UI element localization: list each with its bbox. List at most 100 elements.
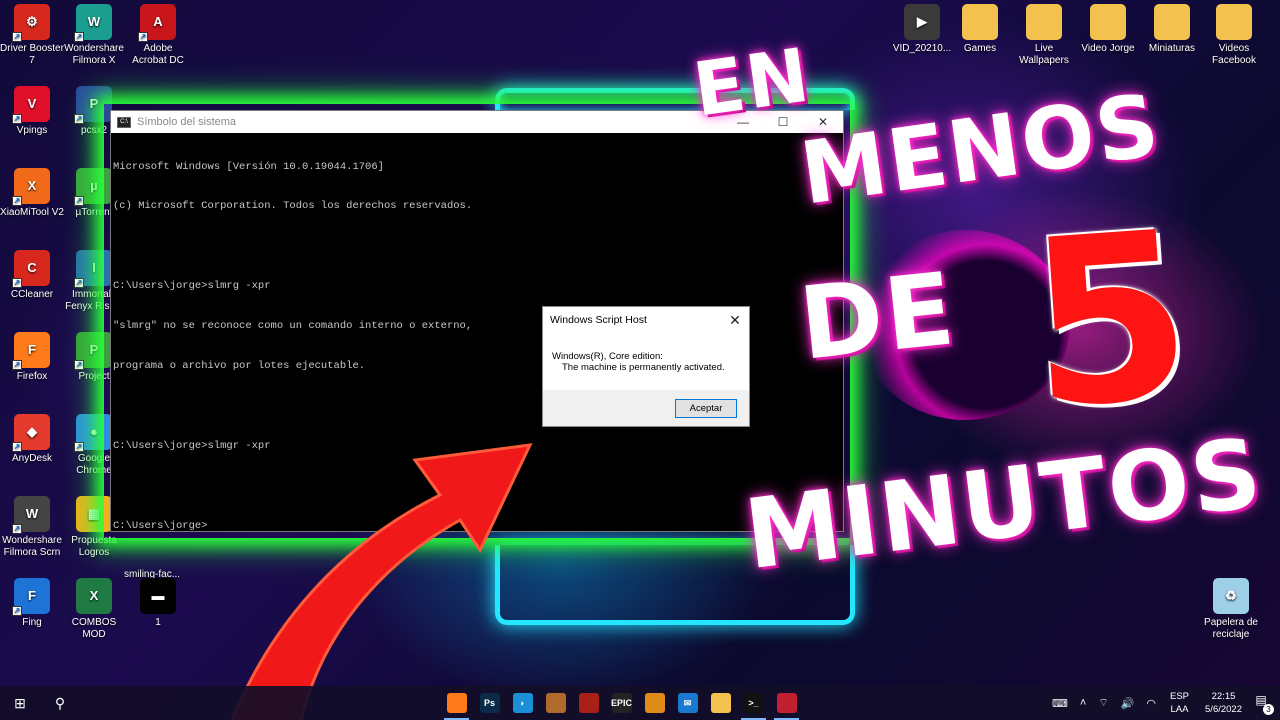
desktop-icon[interactable]: X ↗ XiaoMiTool V2: [0, 168, 64, 219]
dialog-close-button[interactable]: ✕: [721, 312, 749, 329]
desktop-icon[interactable]: C ↗ CCleaner: [0, 250, 64, 301]
desktop-icon[interactable]: Videos Facebook: [1202, 4, 1266, 67]
app-icon: A ↗: [138, 4, 176, 42]
desktop-icon-label: Wondershare Filmora Scrn: [2, 535, 62, 558]
shortcut-arrow-icon: ↗: [12, 196, 22, 206]
search-icon[interactable]: ⚲: [40, 695, 80, 712]
cmd-line: [113, 240, 841, 253]
shortcut-arrow-icon: ↗: [12, 278, 22, 288]
language-indicator[interactable]: ESP LAA: [1170, 690, 1189, 716]
taskbar-app-dolphin[interactable]: ◗: [506, 686, 539, 720]
taskbar-app-mail[interactable]: ✉: [671, 686, 704, 720]
notification-center-icon[interactable]: ▤ 3: [1250, 693, 1274, 715]
start-button[interactable]: ⊞: [0, 695, 40, 712]
taskbar-app-cmd[interactable]: >_: [737, 686, 770, 720]
desktop-icon-label: Firefox: [16, 371, 48, 382]
taskbar-app-game2[interactable]: [572, 686, 605, 720]
keyboard-icon[interactable]: ⌨: [1052, 697, 1068, 710]
shortcut-arrow-icon: ↗: [12, 114, 22, 124]
shortcut-arrow-icon: ↗: [74, 114, 84, 124]
language-code: ESP: [1170, 691, 1190, 702]
language-layout: LAA: [1170, 704, 1189, 715]
network-icon[interactable]: ⌔: [1098, 696, 1108, 710]
shortcut-arrow-icon: ↗: [74, 442, 84, 452]
desktop-icon[interactable]: ◆ ↗ AnyDesk: [0, 414, 64, 465]
desktop-icon[interactable]: Live Wallpapers: [1012, 4, 1076, 67]
chevron-up-icon[interactable]: ˄: [1080, 697, 1086, 709]
shortcut-arrow-icon: ↗: [138, 32, 148, 42]
app-icon: ◆ ↗: [12, 414, 50, 452]
overlay-word-en: EN: [688, 32, 816, 134]
desktop-icon-label: Video Jorge: [1081, 43, 1135, 54]
desktop-icon[interactable]: Games: [948, 4, 1012, 55]
desktop-icon[interactable]: F ↗ Fing: [0, 578, 64, 629]
game2-icon: [578, 693, 599, 713]
volume-icon[interactable]: 🔊: [1121, 697, 1135, 710]
cmd-icon: C:\: [117, 116, 131, 128]
app-icon: V ↗: [12, 86, 50, 124]
cmd-line: Microsoft Windows [Versión 10.0.19044.17…: [113, 160, 384, 173]
cmd-line: C:\Users\jorge>slmrg -xpr: [113, 280, 271, 293]
taskbar-app-photoshop[interactable]: Ps: [473, 686, 506, 720]
shortcut-arrow-icon: ↗: [74, 32, 84, 42]
taskbar-app-game1[interactable]: [539, 686, 572, 720]
desktop-icon[interactable]: W ↗ Wondershare Filmora Scrn: [0, 496, 64, 559]
wifi-icon[interactable]: ◠: [1146, 697, 1156, 710]
desktop-icon-label: Live Wallpapers: [1019, 43, 1069, 66]
desktop-icon-label: XiaoMiTool V2: [0, 207, 64, 218]
dolphin-icon: ◗: [512, 693, 533, 713]
dialog-message-line: Windows(R), Core edition:: [552, 351, 663, 362]
desktop-icon[interactable]: A ↗ Adobe Acrobat DC: [126, 4, 190, 67]
desktop-icon[interactable]: X COMBOS MOD: [62, 578, 126, 641]
dialog-title: Windows Script Host: [550, 314, 647, 326]
firefox-icon: [446, 693, 467, 713]
clock[interactable]: 22:15 5/6/2022: [1205, 690, 1242, 716]
shortcut-arrow-icon: ↗: [74, 278, 84, 288]
desktop-icon[interactable]: ♻ Papelera de reciclaje: [1196, 578, 1266, 641]
app-icon: X ↗: [12, 168, 50, 206]
desktop-icon[interactable]: ⚙ ↗ Driver Booster 7: [0, 4, 64, 67]
taskbar-app-epic[interactable]: EPIC: [605, 686, 638, 720]
taskbar-app-firefox[interactable]: [440, 686, 473, 720]
overlay-number-five: 5: [1020, 182, 1202, 461]
app-icon: [1154, 4, 1190, 40]
taskbar-app-explorer[interactable]: [704, 686, 737, 720]
epic-icon: EPIC: [611, 693, 632, 713]
game3-icon: [644, 693, 665, 713]
cmd-icon: >_: [743, 693, 764, 713]
app-icon: W ↗: [12, 496, 50, 534]
taskbar-app-app[interactable]: [770, 686, 803, 720]
desktop-icon[interactable]: Miniaturas: [1140, 4, 1204, 55]
app-icon: [1216, 4, 1252, 40]
desktop-icon[interactable]: W ↗ Wondershare Filmora X: [62, 4, 126, 67]
app-icon: ⚙ ↗: [12, 4, 50, 42]
desktop-icon[interactable]: ▶ VID_20210...: [890, 4, 954, 55]
desktop-icon-label: Papelera de reciclaje: [1204, 617, 1258, 640]
cmd-title: Símbolo del sistema: [137, 116, 237, 128]
app-icon: F ↗: [12, 578, 50, 616]
taskbar: ⊞ ⚲ Ps ◗ EPIC ✉ >_ ⌨ ˄ ⌔ 🔊 ◠ ESP LAA 22:15 5…: [0, 686, 1280, 720]
shortcut-arrow-icon: ↗: [12, 32, 22, 42]
desktop-icon[interactable]: Video Jorge: [1076, 4, 1140, 55]
red-arrow-graphic: [230, 443, 533, 720]
taskbar-app-game3[interactable]: [638, 686, 671, 720]
desktop-icon-label: CCleaner: [10, 289, 54, 300]
accept-button[interactable]: Aceptar: [675, 399, 737, 418]
script-host-dialog[interactable]: Windows Script Host ✕ Windows(R), Core e…: [542, 306, 750, 427]
desktop-icon[interactable]: ▬ 1: [126, 578, 190, 629]
desktop-icon-label: Miniaturas: [1148, 43, 1196, 54]
desktop-icon-label: Videos Facebook: [1212, 43, 1256, 66]
app-icon: C ↗: [12, 250, 50, 288]
app-icon: [1090, 4, 1126, 40]
dialog-title-bar[interactable]: Windows Script Host ✕: [543, 307, 749, 333]
dialog-message: Windows(R), Core edition: The machine is…: [543, 333, 749, 373]
desktop-icon-label: Adobe Acrobat DC: [132, 43, 184, 66]
app-icon: ▬: [140, 578, 176, 614]
mail-icon: ✉: [677, 693, 698, 713]
desktop-icon[interactable]: F ↗ Firefox: [0, 332, 64, 383]
app-icon: ♻: [1213, 578, 1249, 614]
game1-icon: [545, 693, 566, 713]
desktop-icon-label: VID_20210...: [892, 43, 952, 54]
overlay-word-de: DE: [794, 250, 962, 383]
desktop-icon[interactable]: V ↗ Vpings: [0, 86, 64, 137]
